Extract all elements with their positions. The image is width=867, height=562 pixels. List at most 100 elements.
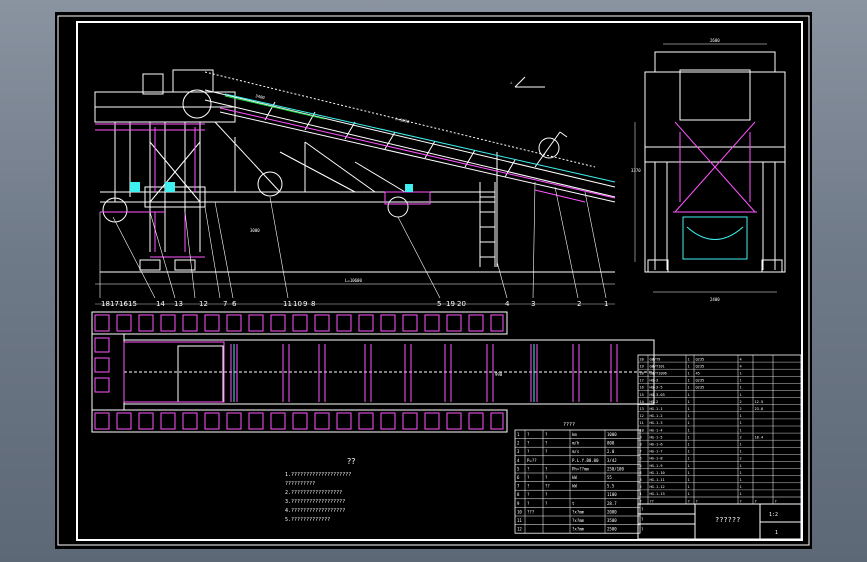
spec-cell-9-1: ??? xyxy=(527,509,535,514)
callout-13: 13 xyxy=(174,300,183,308)
parts-cell-11-0: 9 xyxy=(640,435,642,439)
spec-cell-9-3: ?x?mm xyxy=(572,509,585,514)
parts-cell-8-0: 12 xyxy=(640,414,644,418)
spec-cell-8-0: 9 xyxy=(517,501,520,506)
spec-cell-6-4: 5.5 xyxy=(607,484,615,489)
parts-cell-11-4: 2 xyxy=(740,435,742,439)
parts-cell-3-2: 1 xyxy=(688,379,690,383)
side-width-bottom: 2400 xyxy=(710,297,720,302)
spec-cell-0-4: 1000 xyxy=(607,432,617,437)
callout-19: 19 xyxy=(446,300,455,308)
dim-left: 3000 xyxy=(250,228,260,233)
spec-cell-3-3: P.L.Y.B0.00 xyxy=(572,458,599,463)
parts-cell-1-1: GB/T101 xyxy=(650,364,665,368)
parts-cell-4-0: 16 xyxy=(640,386,644,390)
parts-cell-11-1: HG-1-5 xyxy=(650,435,663,439)
spec-cell-5-2: ? xyxy=(545,475,548,480)
callout-14: 14 xyxy=(156,300,165,308)
spec-cell-6-0: 7 xyxy=(517,484,520,489)
spec-cell-8-1: ? xyxy=(527,501,530,506)
side-view-dims: 2600 2400 3370 xyxy=(631,38,720,302)
title-label-2: ? xyxy=(641,517,644,522)
spec-cell-1-0: 2 xyxy=(517,441,520,446)
plan-dim: 990 xyxy=(495,372,503,377)
parts-cell-13-4: 1 xyxy=(740,450,742,454)
elevation-view xyxy=(94,69,616,285)
parts-cell-10-2: 1 xyxy=(688,428,690,432)
notes-line-4: 3.?????????????????? xyxy=(285,499,345,505)
parts-cell-4-1: HG-3-5 xyxy=(650,386,663,390)
parts-cell-7-4: 2 xyxy=(740,407,742,411)
spec-cell-0-1: ? xyxy=(527,432,530,437)
spec-cell-5-1: ? xyxy=(527,475,530,480)
parts-cell-18-4: 1 xyxy=(740,485,742,489)
parts-cell-17-1: HG-1-11 xyxy=(650,478,665,482)
callout-8: 8 xyxy=(311,300,315,308)
dim-top: h=9690 xyxy=(395,116,411,124)
parts-list: 20 GB/T9 1 Q235 419 GB/T101 1 Q235 418 GB/T1096 1 4… xyxy=(637,354,802,505)
title-sheet: 1 xyxy=(775,530,778,536)
callout-9: 9 xyxy=(303,300,307,308)
parts-cell-16-0: 4 xyxy=(640,471,642,475)
parts-cell-2-2: 1 xyxy=(688,372,690,376)
parts-cell-9-4: 1 xyxy=(740,421,742,425)
parts-cell-10-4: 1 xyxy=(740,428,742,432)
spec-cell-4-0: 5 xyxy=(517,466,520,471)
parts-cell-14-2: 1 xyxy=(688,457,690,461)
spec-cell-4-1: ? xyxy=(527,466,530,471)
spec-cell-10-4: 3500 xyxy=(607,518,617,523)
spec-cell-10-0: 11 xyxy=(517,518,522,523)
spec-cell-1-4: 800 xyxy=(607,441,615,446)
parts-cell-18-1: HG-1-12 xyxy=(650,485,665,489)
callout-6: 6 xyxy=(232,300,237,308)
spec-cell-6-1: ? xyxy=(527,484,530,489)
parts-cell-14-4: 2 xyxy=(740,457,742,461)
spec-cell-6-3: kW xyxy=(572,484,577,489)
parts-cell-8-4: 1 xyxy=(740,414,742,418)
spec-cell-0-3: km xyxy=(572,432,577,437)
parts-cell-12-4: 1 xyxy=(740,443,742,447)
parts-cell-8-2: 1 xyxy=(688,414,690,418)
spec-cell-7-2: ? xyxy=(545,492,548,497)
parts-cell-15-4: 1 xyxy=(740,464,742,468)
spec-cell-9-0: 10 xyxy=(517,509,522,514)
callout-3: 3 xyxy=(531,300,535,308)
parts-cell-0-1: GB/T9 xyxy=(650,357,661,361)
parts-cell-13-1: HG-1-7 xyxy=(650,450,663,454)
spec-cell-5-3: kW xyxy=(572,475,577,480)
notes-line-1: 1.???????????????????? xyxy=(285,472,351,478)
parts-header-5: ? xyxy=(755,499,757,503)
parts-cell-16-2: 1 xyxy=(688,471,690,475)
spec-cell-4-2: ? xyxy=(545,466,548,471)
drawing-sheet: 18 17 16 15 14 13 12 7 6 11 10 9 8 5 19 … xyxy=(55,12,812,549)
side-view xyxy=(634,43,786,293)
callout-4: 4 xyxy=(505,300,510,308)
spec-cell-1-3: m/h xyxy=(572,441,580,446)
spec-cell-10-3: ?x?mm xyxy=(572,518,585,523)
spec-cell-0-2: ? xyxy=(545,432,548,437)
notes-line-3: 2.????????????????? xyxy=(285,490,342,496)
parts-cell-0-3: Q235 xyxy=(696,357,705,361)
parts-cell-6-4: 2 xyxy=(740,400,742,404)
parts-cell-15-0: 5 xyxy=(640,464,642,468)
spec-cell-4-3: Ph=??mm xyxy=(572,466,589,471)
parts-header-6: ? xyxy=(775,499,777,503)
parts-cell-1-3: Q235 xyxy=(696,364,705,368)
parts-cell-19-4: 1 xyxy=(740,492,742,496)
spec-cell-8-4: 28.7 xyxy=(607,501,617,506)
spec-cell-9-4: 2000 xyxy=(607,509,617,514)
parts-cell-3-1: HG-3 xyxy=(650,379,659,383)
spec-cell-11-0: 12 xyxy=(517,527,522,532)
parts-cell-7-1: HG-1-1 xyxy=(650,407,663,411)
spec-cell-3-1: P=?? xyxy=(527,458,537,463)
parts-cell-2-4: 1 xyxy=(740,372,742,376)
spec-cell-2-3: m/s xyxy=(572,449,580,454)
parts-cell-5-1: HG-3-03 xyxy=(650,393,665,397)
parts-cell-10-1: HG-1-4 xyxy=(650,428,663,432)
callout-10: 10 xyxy=(293,300,302,308)
parts-cell-19-0: 1 xyxy=(640,492,642,496)
parts-cell-18-2: 1 xyxy=(688,485,690,489)
outer-frame xyxy=(57,15,810,546)
parts-header-0: ? xyxy=(640,499,642,503)
parts-cell-16-1: HG-1-10 xyxy=(650,471,665,475)
